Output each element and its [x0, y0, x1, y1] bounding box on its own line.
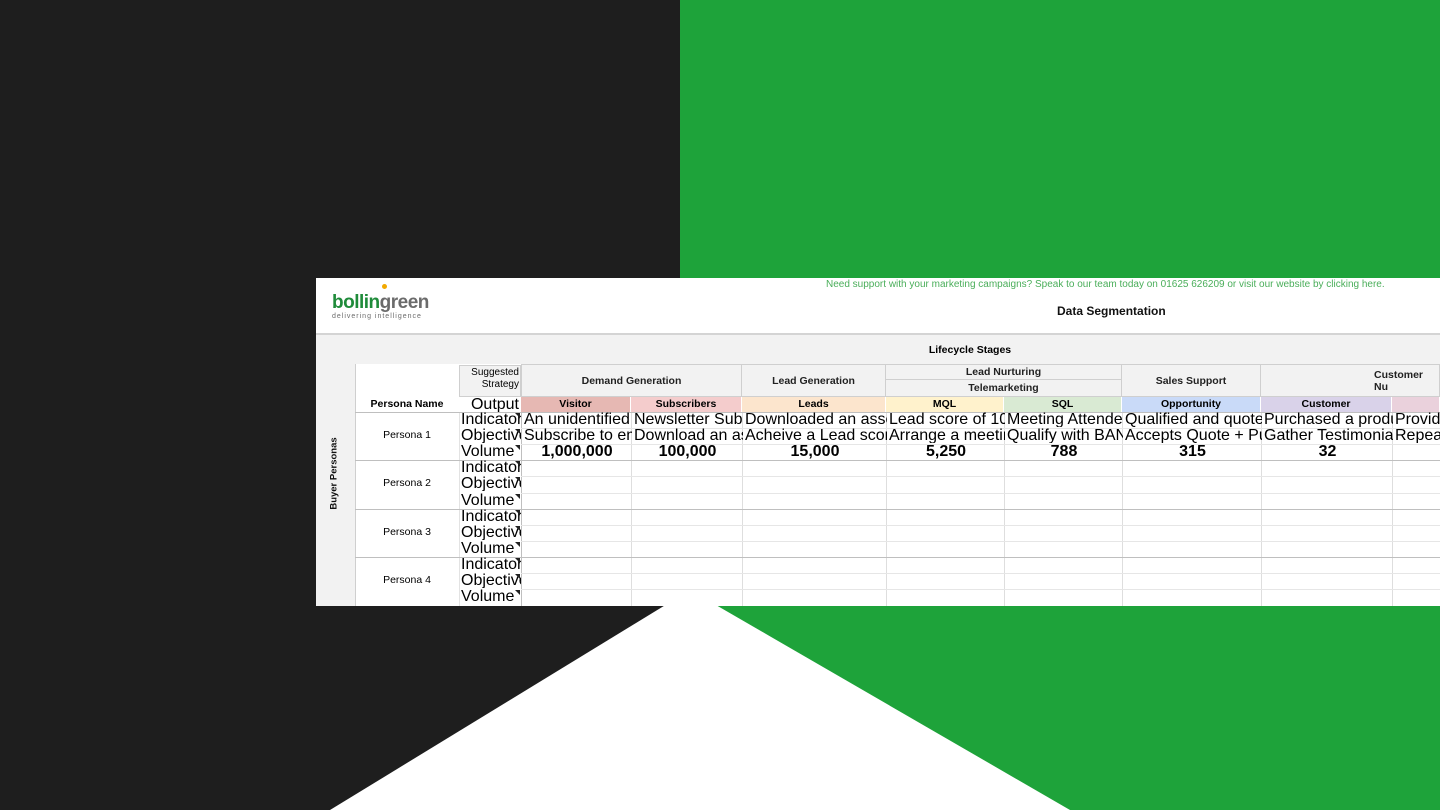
row-label-indicators: Indicators [461, 556, 521, 572]
comment-marker-icon[interactable] [515, 413, 520, 418]
comment-marker-icon[interactable] [515, 445, 520, 451]
stage-visitor: Visitor [521, 397, 631, 412]
cell-indicators[interactable]: Lead score of 100+ [887, 412, 1005, 427]
sheet-title: Data Segmentation [1057, 304, 1166, 318]
cell-objective[interactable]: Repeat Pu [1393, 428, 1440, 443]
cell-objective[interactable]: Qualify with BANT/GPCT [1005, 428, 1123, 443]
cell-volume[interactable]: 100,000 [632, 444, 743, 459]
row-label-objective: Objective [461, 573, 521, 588]
strategy-sales-support: Sales Support [1122, 364, 1261, 397]
persona-name: Persona 3 [383, 525, 431, 538]
strategy-lead-nurturing: Lead Nurturing [886, 364, 1122, 380]
cell-indicators[interactable]: Provided a [1393, 412, 1440, 427]
persona-name: Persona 4 [383, 574, 431, 586]
cell-objective[interactable]: Accepts Quote + Purchases [1123, 428, 1262, 443]
row-label-objective: Objective [461, 428, 521, 444]
row-label-volume: Volume [461, 444, 515, 460]
bollingreen-logo: bollingreen delivering intelligence [332, 284, 442, 324]
stage-opportunity: Opportunity [1122, 397, 1261, 412]
spreadsheet-screenshot: bollingreen delivering intelligence Need… [316, 278, 1440, 606]
support-link[interactable]: Need support with your marketing campaig… [826, 279, 1385, 290]
row-label-volume: Volume [461, 540, 515, 556]
suggested-strategy-label: Suggested Strategy [471, 367, 519, 390]
strategy-lead-generation: Lead Generation [742, 364, 886, 397]
row-label-volume: Volume [461, 492, 515, 508]
cell-indicators[interactable]: An unidentified visitor [522, 412, 632, 427]
grid-row-line [521, 476, 1440, 478]
cell-indicators[interactable]: Qualified and quote provided [1123, 412, 1262, 427]
stage-customer: Customer [1261, 397, 1392, 412]
grid-row-line [521, 573, 1440, 574]
grid-row-line [521, 492, 1440, 494]
row-label-indicators: Indicators [461, 460, 521, 476]
row-label-indicators: Indicators [461, 412, 521, 427]
persona-name: Persona 2 [383, 477, 431, 490]
row-label-volume: Volume [461, 589, 515, 605]
comment-marker-icon[interactable] [515, 541, 520, 547]
comment-marker-icon[interactable] [515, 525, 520, 531]
cell-volume[interactable]: 788 [1005, 444, 1123, 459]
comment-marker-icon[interactable] [515, 461, 520, 467]
cell-objective[interactable]: Gather Testimonials/Reviews [1262, 428, 1393, 443]
cell-indicators[interactable]: Downloaded an asset [743, 412, 887, 427]
cell-indicators[interactable]: Purchased a product/service [1262, 412, 1393, 427]
grid-row-line [521, 540, 1440, 542]
cell-objective[interactable]: Acheive a Lead score of 100+ [743, 428, 887, 443]
stage-leads: Leads [742, 397, 886, 412]
comment-marker-icon[interactable] [515, 590, 520, 596]
row-label-indicators: Indicators [461, 508, 521, 524]
grid-row-line [521, 589, 1440, 591]
row-label-objective: Objective [461, 476, 521, 492]
cell-volume[interactable]: 15,000 [743, 444, 887, 459]
comment-marker-icon[interactable] [515, 509, 520, 515]
cell-indicators[interactable]: Meeting Attended [1005, 412, 1123, 427]
logo-tagline: delivering intelligence [332, 313, 422, 320]
comment-marker-icon[interactable] [515, 493, 520, 499]
row-label-objective: Objective [461, 524, 521, 540]
stage-sql: SQL [1004, 397, 1122, 412]
cell-volume[interactable]: 315 [1123, 444, 1262, 459]
strategy-telemarketing: Telemarketing [886, 380, 1122, 397]
cell-objective[interactable]: Subscribe to emails [522, 428, 632, 443]
lifecycle-stages-label: Lifecycle Stages [928, 344, 1012, 356]
grid-row-line [521, 524, 1440, 526]
logo-dot-icon [382, 284, 387, 289]
cell-objective[interactable]: Arrange a meeting [887, 428, 1005, 443]
cell-volume[interactable]: 5,250 [887, 444, 1005, 459]
comment-marker-icon[interactable] [515, 429, 520, 435]
stage-advocate-partial [1392, 397, 1440, 412]
cell-indicators[interactable]: Newsletter Sub [632, 412, 743, 427]
cell-volume[interactable]: 32 [1262, 444, 1393, 459]
comment-marker-icon[interactable] [515, 557, 520, 563]
cell-volume[interactable]: 1,000,000 [522, 444, 632, 459]
stage-mql: MQL [886, 397, 1004, 412]
comment-marker-icon[interactable] [515, 477, 520, 483]
comment-marker-icon[interactable] [515, 574, 520, 579]
output-header: Output [470, 397, 519, 412]
persona-name: Persona 1 [383, 429, 431, 442]
sheet-header: bollingreen delivering intelligence Need… [316, 278, 1440, 335]
cell-objective[interactable]: Download an asset [632, 428, 743, 443]
persona-name-header: Persona Name [370, 398, 444, 410]
stage-subscribers: Subscribers [631, 397, 742, 412]
strategy-customer-nurturing: Customer Nu [1261, 364, 1440, 397]
strategy-demand-generation: Demand Generation [521, 364, 742, 397]
buyer-personas-label: Buyer Personas [328, 436, 340, 510]
